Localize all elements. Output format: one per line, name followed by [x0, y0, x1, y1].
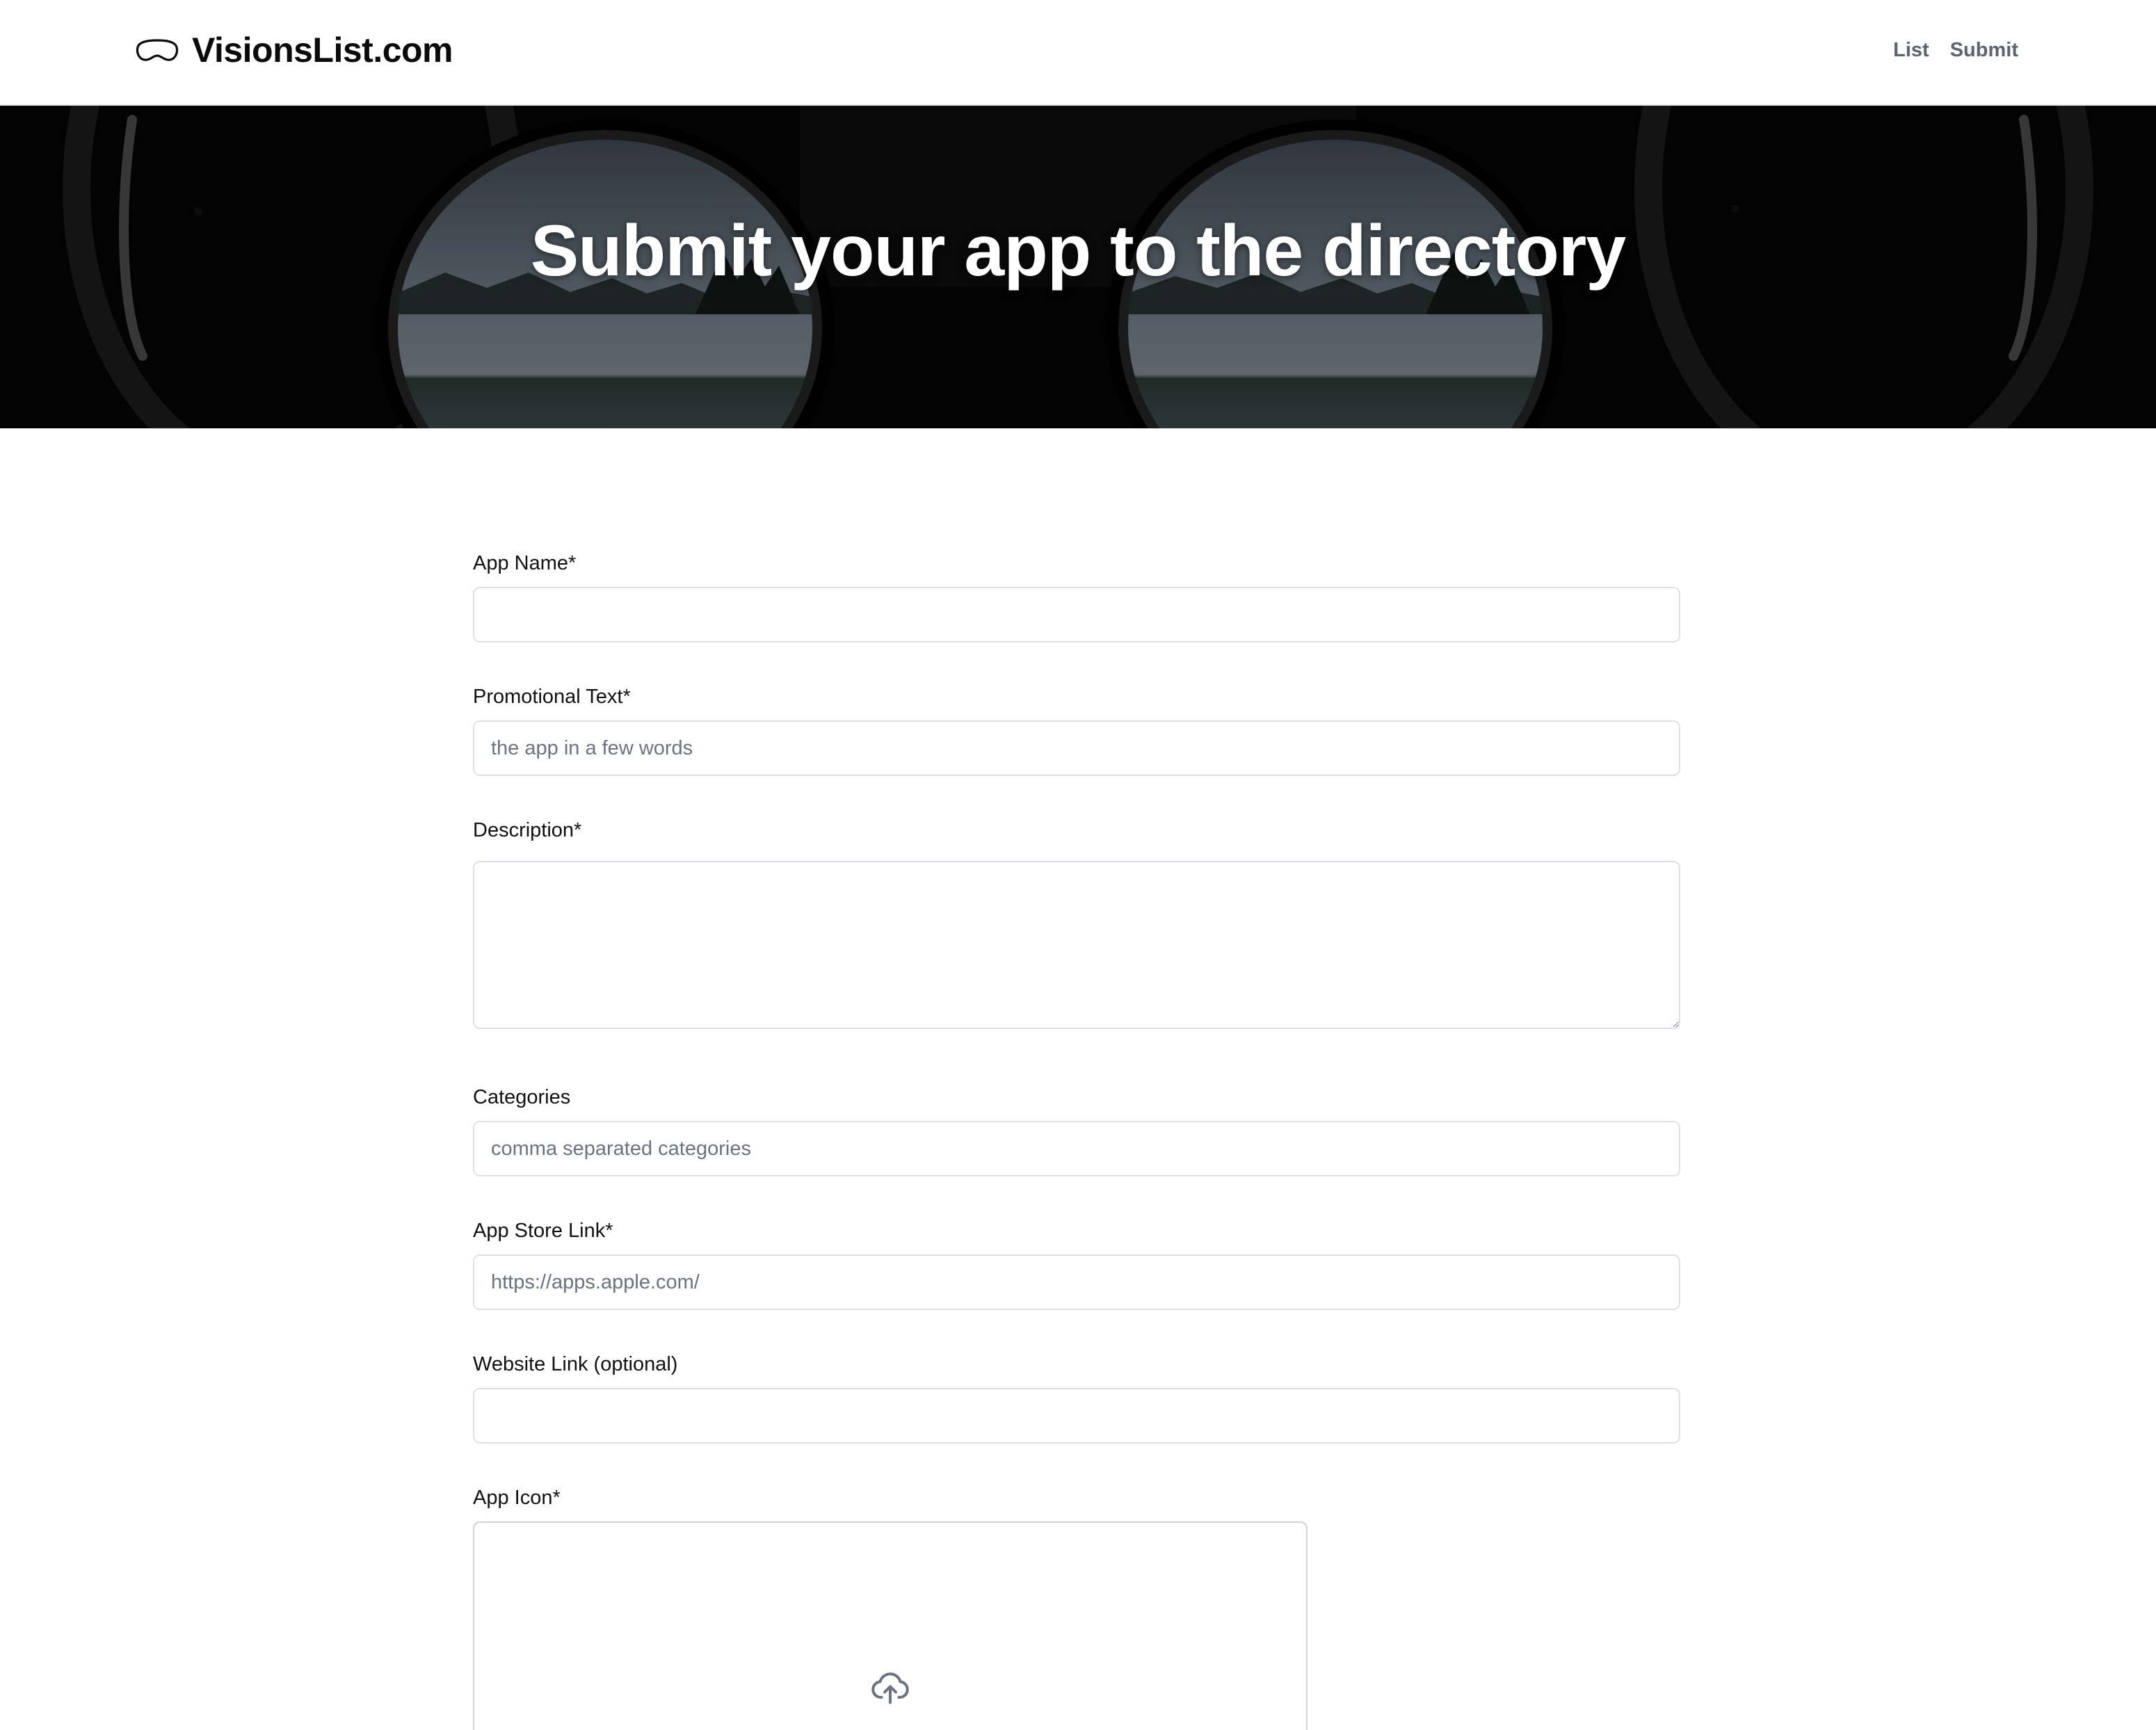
nav-list-link[interactable]: List — [1893, 36, 1929, 64]
website-link-label: Website Link (optional) — [473, 1353, 678, 1375]
description-field: Description* — [473, 816, 1680, 1029]
app-store-link-input[interactable] — [473, 1254, 1680, 1310]
app-name-label: App Name* — [473, 552, 577, 574]
promo-text-field: Promotional Text* — [473, 683, 1680, 776]
app-name-field: App Name* — [473, 549, 1680, 642]
hero-banner: Submit your app to the directory — [0, 106, 2156, 428]
description-textarea[interactable] — [473, 861, 1680, 1029]
app-icon-label: App Icon* — [473, 1487, 561, 1509]
main-nav: List Submit — [1893, 36, 2018, 64]
categories-label: Categories — [473, 1086, 571, 1108]
brand-name: VisionsList.com — [192, 31, 453, 70]
website-link-field: Website Link (optional) — [473, 1350, 1680, 1444]
app-icon-dropzone[interactable] — [473, 1521, 1308, 1730]
app-store-link-field: App Store Link* — [473, 1217, 1680, 1310]
vision-headset-icon — [136, 39, 179, 61]
nav-submit-link[interactable]: Submit — [1950, 36, 2018, 64]
brand-logo-link[interactable]: VisionsList.com — [135, 26, 453, 74]
app-name-input[interactable] — [473, 587, 1680, 642]
promo-text-label: Promotional Text* — [473, 686, 631, 708]
categories-field: Categories — [473, 1083, 1680, 1177]
app-store-link-label: App Store Link* — [473, 1220, 613, 1242]
description-label: Description* — [473, 819, 582, 841]
categories-input[interactable] — [473, 1121, 1680, 1177]
website-link-input[interactable] — [473, 1388, 1680, 1444]
cloud-upload-icon — [871, 1672, 909, 1704]
app-icon-field: App Icon* — [473, 1484, 1680, 1730]
promo-text-input[interactable] — [473, 720, 1680, 776]
page-title: Submit your app to the directory — [530, 211, 1626, 291]
site-header: VisionsList.com List Submit — [0, 0, 2156, 106]
